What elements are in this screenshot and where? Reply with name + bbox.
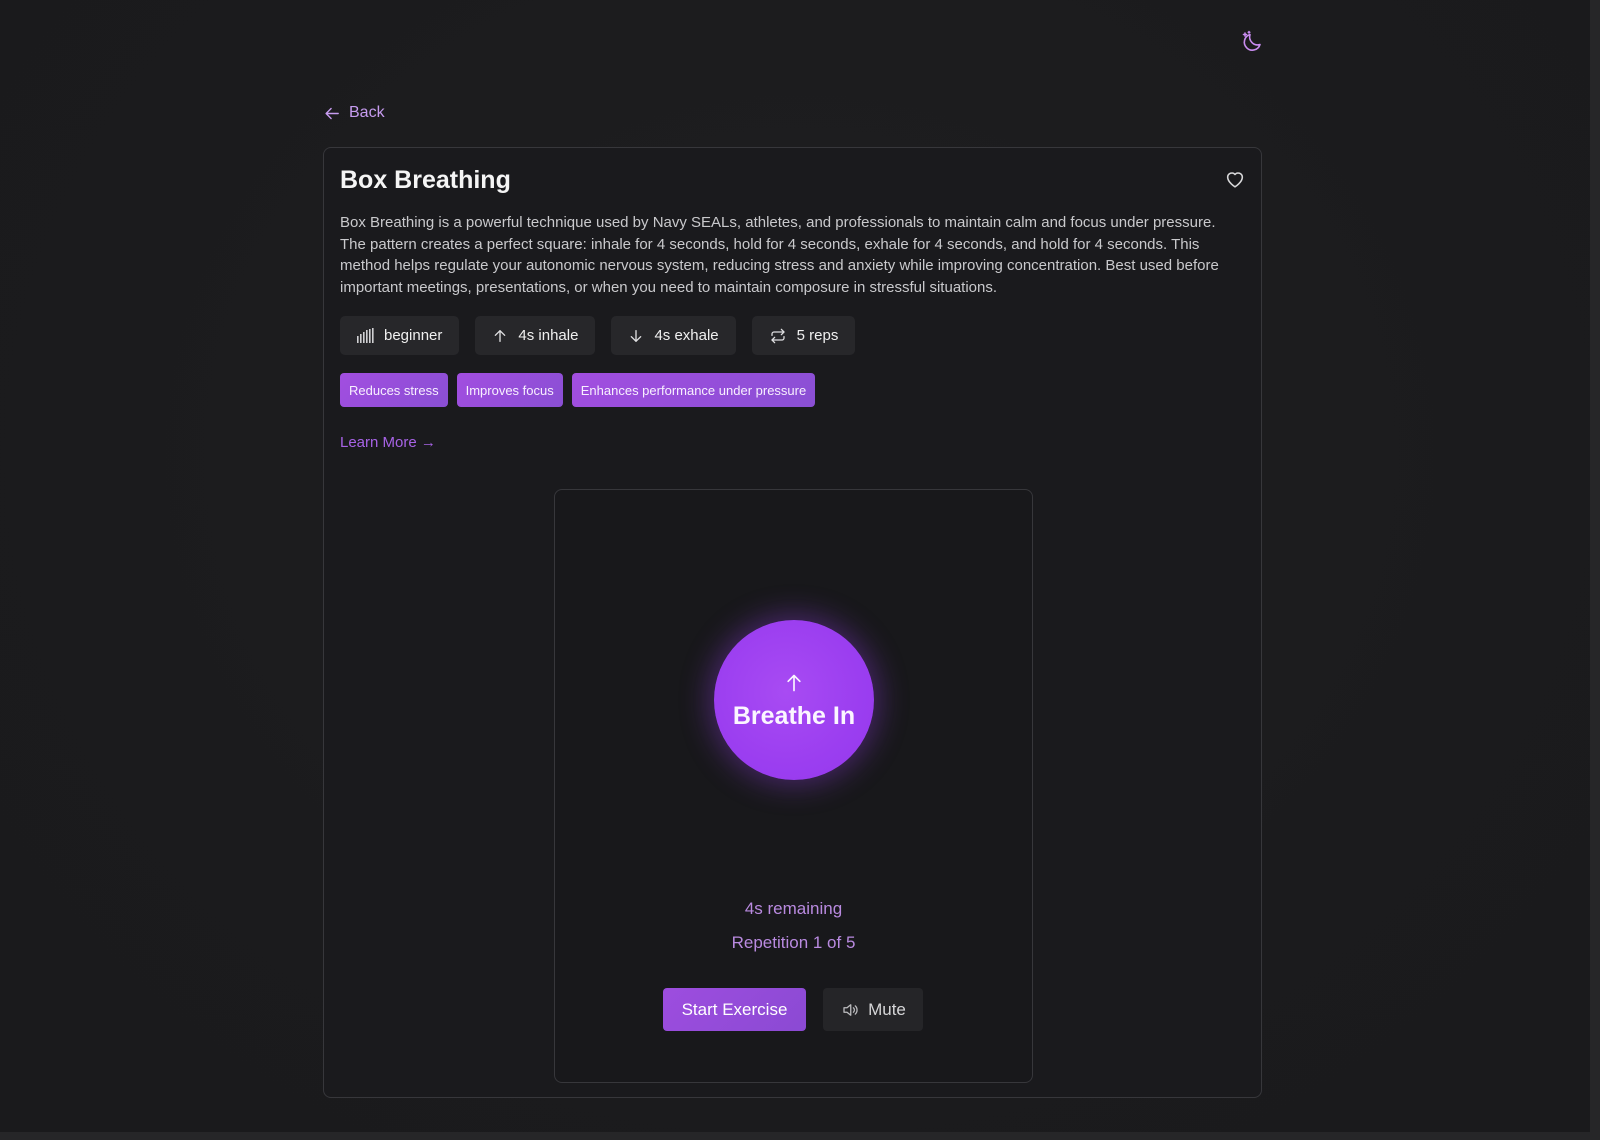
- heart-icon: [1226, 172, 1244, 188]
- bottom-edge: [0, 1132, 1600, 1140]
- exercise-title: Box Breathing: [340, 166, 511, 194]
- exercise-description: Box Breathing is a powerful technique us…: [340, 214, 1219, 296]
- learn-more-link[interactable]: Learn More →: [340, 434, 436, 451]
- player-controls: Start Exercise Mute: [663, 988, 923, 1031]
- stat-difficulty: beginner: [340, 316, 460, 355]
- stat-label: 4s inhale: [518, 327, 579, 344]
- start-exercise-button[interactable]: Start Exercise: [663, 988, 806, 1031]
- signal-bars-icon: [357, 328, 374, 343]
- favorite-button[interactable]: [1224, 168, 1246, 190]
- stat-inhale: 4s inhale: [475, 316, 596, 355]
- benefit-tag: Reduces stress: [340, 373, 448, 407]
- stat-label: 4s exhale: [654, 327, 719, 344]
- stat-exhale: 4s exhale: [611, 316, 736, 355]
- stat-reps: 5 reps: [751, 316, 856, 355]
- arrow-up-icon: [787, 674, 801, 691]
- arrow-down-icon: [631, 329, 642, 342]
- back-label: Back: [349, 104, 385, 121]
- time-remaining: 4s remaining: [744, 899, 843, 918]
- benefit-tag: Enhances performance under pressure: [571, 373, 816, 407]
- mute-label: Mute: [868, 999, 906, 1019]
- arrow-left-icon: [325, 107, 339, 119]
- breath-circle: Breathe In: [714, 620, 874, 780]
- scrollbar-track[interactable]: [1590, 0, 1600, 1140]
- start-exercise-label: Start Exercise: [681, 999, 788, 1019]
- exercise-card: Box Breathing Box Breathing is a powerfu…: [323, 147, 1262, 1098]
- back-link[interactable]: Back: [324, 104, 385, 122]
- repeat-icon: [771, 328, 785, 343]
- breath-phase-label: Breathe In: [732, 701, 856, 730]
- stat-label: 5 reps: [796, 327, 839, 344]
- speaker-icon: [843, 1003, 858, 1016]
- theme-toggle-button[interactable]: [1238, 28, 1266, 56]
- exercise-stats: beginner 4s inhale 4s exhale 5 reps: [340, 316, 856, 355]
- breathing-player: Breathe In 4s remaining Repetition 1 of …: [554, 489, 1033, 1083]
- repetition-counter: Repetition 1 of 5: [731, 933, 856, 952]
- benefit-tag: Improves focus: [456, 373, 563, 407]
- stat-label: beginner: [384, 327, 443, 344]
- moon-stars-icon: [1242, 30, 1261, 51]
- arrow-up-icon: [495, 329, 506, 342]
- benefit-tags: Reduces stress Improves focus Enhances p…: [340, 373, 816, 407]
- mute-button[interactable]: Mute: [823, 988, 923, 1031]
